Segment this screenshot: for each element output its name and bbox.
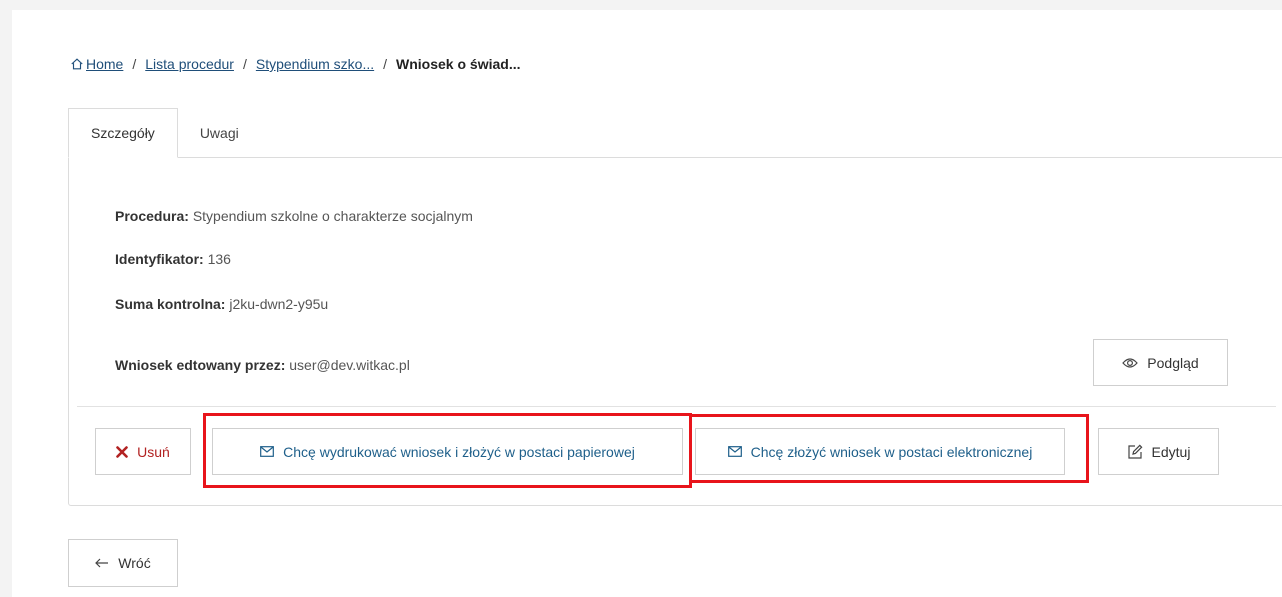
arrow-left-icon — [95, 558, 109, 568]
checksum-value: j2ku-dwn2-y95u — [229, 296, 329, 312]
submit-paper-button[interactable]: Chcę wydrukować wniosek i złożyć w posta… — [212, 428, 683, 475]
pencil-icon — [1127, 444, 1143, 460]
envelope-icon — [260, 446, 275, 457]
edit-label: Edytuj — [1151, 443, 1191, 460]
checksum-row: Suma kontrolna: j2ku-dwn2-y95u — [115, 296, 328, 312]
divider — [77, 406, 1276, 407]
identifier-row: Identyfikator: 136 — [115, 251, 231, 267]
eye-icon — [1122, 357, 1139, 369]
identifier-label: Identyfikator: — [115, 251, 204, 267]
breadcrumb-separator: / — [242, 56, 247, 72]
edited-by-value: user@dev.witkac.pl — [289, 357, 410, 373]
edited-by-row: Wniosek edtowany przez: user@dev.witkac.… — [115, 357, 410, 373]
procedure-row: Procedura: Stypendium szkolne o charakte… — [115, 208, 473, 224]
x-icon — [116, 445, 128, 458]
preview-button[interactable]: Podgląd — [1093, 339, 1228, 386]
delete-button[interactable]: Usuń — [95, 428, 191, 475]
main-content: Home / Lista procedur / Stypendium szko.… — [12, 10, 1282, 597]
submit-electronic-button[interactable]: Chcę złożyć wniosek w postaci elektronic… — [695, 428, 1065, 475]
tab-details[interactable]: Szczegóły — [68, 108, 178, 158]
identifier-value: 136 — [207, 251, 231, 267]
edited-by-label: Wniosek edtowany przez: — [115, 357, 286, 373]
breadcrumb-home-link[interactable]: Home — [86, 56, 123, 72]
breadcrumb-separator: / — [383, 56, 388, 72]
procedure-value: Stypendium szkolne o charakterze socjaln… — [192, 208, 473, 224]
details-panel: Procedura: Stypendium szkolne o charakte… — [68, 157, 1282, 506]
preview-label: Podgląd — [1147, 354, 1199, 371]
submit-electronic-label: Chcę złożyć wniosek w postaci elektronic… — [750, 443, 1033, 460]
tab-list: Szczegóły Uwagi — [68, 108, 261, 158]
breadcrumb-current: Wniosek o świad... — [396, 56, 521, 72]
breadcrumb-procedures-link[interactable]: Lista procedur — [145, 56, 234, 72]
procedure-label: Procedura: — [115, 208, 189, 224]
back-label: Wróć — [118, 555, 151, 571]
back-button[interactable]: Wróć — [68, 539, 178, 587]
checksum-label: Suma kontrolna: — [115, 296, 226, 312]
envelope-icon — [727, 446, 742, 457]
delete-label: Usuń — [137, 443, 170, 460]
tab-notes[interactable]: Uwagi — [178, 108, 261, 158]
breadcrumb: Home / Lista procedur / Stypendium szko.… — [70, 56, 521, 72]
edit-button[interactable]: Edytuj — [1098, 428, 1219, 475]
breadcrumb-separator: / — [132, 56, 137, 72]
breadcrumb-scholarship-link[interactable]: Stypendium szko... — [256, 56, 374, 72]
submit-paper-label: Chcę wydrukować wniosek i złożyć w posta… — [283, 443, 635, 460]
home-icon — [71, 58, 83, 70]
